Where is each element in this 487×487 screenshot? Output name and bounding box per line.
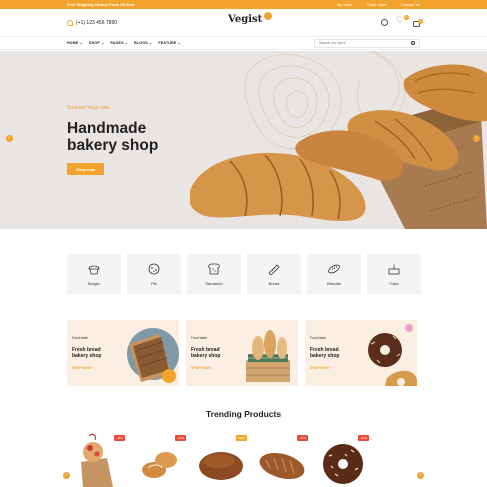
promo-shop-now-link[interactable]: SHOP NOW › xyxy=(72,366,93,370)
site-header: (+1) 123 456 7890 Vegist 0 0 xyxy=(0,9,487,36)
wishlist-icon[interactable]: 0 xyxy=(396,15,409,27)
cake-icon xyxy=(388,263,400,274)
products-next-arrow[interactable]: › xyxy=(417,472,424,479)
toast-icon xyxy=(208,263,220,274)
croissant-bag-image xyxy=(190,64,487,229)
promo-banner-2[interactable]: Food taste Fresh bread bakery shop SHOP … xyxy=(186,320,298,386)
product-card[interactable]: -11% xyxy=(73,430,125,487)
nav-menu: HOME ⌄ SHOP ⌄ PAGES ⌄ BLOGS ⌄ FEATURE ⌄ xyxy=(67,41,181,45)
my-order-link[interactable]: My order xyxy=(337,2,353,7)
promo-shop-now-link[interactable]: SHOP NOW › xyxy=(191,366,212,370)
nav-item-feature[interactable]: FEATURE ⌄ xyxy=(158,41,181,45)
search-icon[interactable] xyxy=(411,41,415,45)
product-card[interactable]: NEW xyxy=(195,430,247,487)
promo-eyebrow: Food taste xyxy=(310,336,327,340)
donut-image xyxy=(368,324,417,386)
search-input[interactable] xyxy=(319,41,409,45)
promo-title: Fresh bread bakery shop xyxy=(72,347,102,359)
promo-banners: Food taste Fresh bread bakery shop SHOP … xyxy=(67,320,417,386)
user-icon[interactable] xyxy=(381,19,388,26)
contact-us-link[interactable]: Contact us xyxy=(401,2,420,7)
site-logo[interactable]: Vegist xyxy=(228,11,273,25)
hero-eyebrow: Summer Vege sale xyxy=(67,105,110,111)
muffin-icon xyxy=(88,265,100,274)
top-bar: Free Shipping Orders From All Item My or… xyxy=(0,0,487,9)
category-burger[interactable]: Burger xyxy=(67,254,121,294)
loaf-icon xyxy=(328,264,340,273)
baguette-icon xyxy=(268,263,280,275)
category-label: Cake xyxy=(389,280,399,286)
discount-badge: -11% xyxy=(297,435,308,441)
category-sandwich[interactable]: Sandwich xyxy=(187,254,241,294)
category-biscuits[interactable]: Biscuits xyxy=(307,254,361,294)
track-order-link[interactable]: Track order xyxy=(367,2,387,7)
product-carousel: -11% -13% NEW -11% -13% xyxy=(73,430,369,487)
phone-icon xyxy=(67,19,73,26)
hero-prev-arrow[interactable]: ‹ xyxy=(6,135,13,142)
products-prev-arrow[interactable]: ‹ xyxy=(63,472,70,479)
sliced-bread-image xyxy=(127,328,179,383)
logo-leaf-icon xyxy=(264,11,273,20)
discount-badge: -11% xyxy=(114,435,125,441)
promo-banner-1[interactable]: Food taste Fresh bread bakery shop SHOP … xyxy=(67,320,179,386)
category-pie[interactable]: Pie xyxy=(127,254,181,294)
promo-title: Fresh bread bakery shop xyxy=(191,347,221,359)
top-links: My order Track order Contact us xyxy=(337,2,420,7)
product-card[interactable]: -13% xyxy=(317,430,369,487)
category-cake[interactable]: Cake xyxy=(367,254,421,294)
bread-crate-image xyxy=(246,330,290,382)
nav-item-pages[interactable]: PAGES ⌄ xyxy=(110,41,128,45)
header-icons: 0 0 xyxy=(381,15,423,27)
category-label: Biscuits xyxy=(327,280,341,286)
cookie-icon xyxy=(148,263,160,274)
search-box xyxy=(314,38,420,48)
promo-eyebrow: Food taste xyxy=(72,336,89,340)
category-bread[interactable]: Bread xyxy=(247,254,301,294)
hero-banner: Summer Vege sale Handmade bakery shop Sh… xyxy=(0,51,487,229)
nav-item-shop[interactable]: SHOP ⌄ xyxy=(89,41,104,45)
shipping-promo-text: Free Shipping Orders From All Item xyxy=(67,2,135,7)
nav-item-home[interactable]: HOME ⌄ xyxy=(67,41,83,45)
hero-next-arrow[interactable]: › xyxy=(473,135,480,142)
category-list: Burger Pie Sandwich Bread Biscuits Cake xyxy=(67,254,421,294)
discount-badge: -13% xyxy=(357,435,369,441)
discount-badge: -13% xyxy=(174,435,186,441)
new-badge: NEW xyxy=(236,435,247,441)
logo-text: Vegist xyxy=(228,14,263,25)
promo-title: Fresh bread bakery shop xyxy=(310,347,340,359)
category-label: Pie xyxy=(151,280,157,286)
cart-count-badge: 0 xyxy=(418,18,423,24)
product-card[interactable]: -11% xyxy=(256,430,308,487)
category-label: Burger xyxy=(87,280,100,286)
main-nav: HOME ⌄ SHOP ⌄ PAGES ⌄ BLOGS ⌄ FEATURE ⌄ xyxy=(0,36,487,50)
category-label: Bread xyxy=(268,280,280,286)
phone-number: (+1) 123 456 7890 xyxy=(76,19,118,26)
promo-shop-now-link[interactable]: SHOP NOW › xyxy=(310,366,331,370)
promo-banner-3[interactable]: Food taste Fresh bread bakery shop SHOP … xyxy=(305,320,417,386)
nav-item-blogs[interactable]: BLOGS ⌄ xyxy=(134,41,152,45)
cart-icon[interactable]: 0 xyxy=(413,18,423,27)
trending-products-title: Trending Products xyxy=(205,409,282,419)
hero-title: Handmade bakery shop xyxy=(67,120,159,154)
product-card[interactable]: -13% xyxy=(134,430,186,487)
promo-eyebrow: Food taste xyxy=(191,336,208,340)
phone-contact[interactable]: (+1) 123 456 7890 xyxy=(67,19,118,26)
shop-now-button[interactable]: Shop now xyxy=(67,163,104,175)
category-label: Sandwich xyxy=(205,280,223,286)
wishlist-count-badge: 0 xyxy=(404,15,409,20)
